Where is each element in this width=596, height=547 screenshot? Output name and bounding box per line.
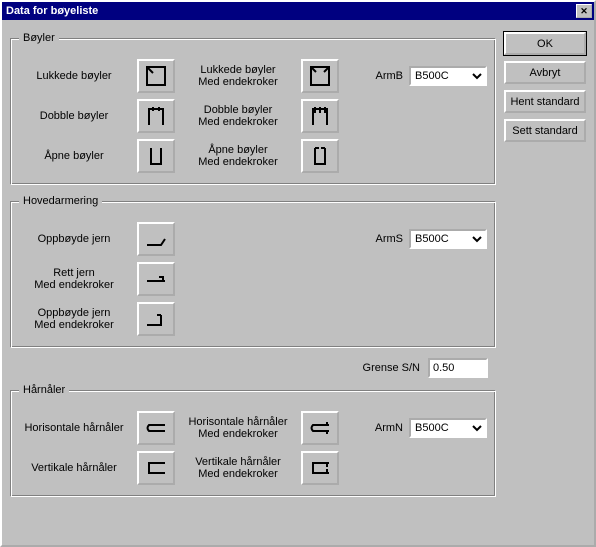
harn-row2-label-a: Vertikale hårnåler [19,462,129,474]
vert-hairpin-icon[interactable] [137,451,175,485]
boyler-row3-label-a: Åpne bøyler [19,150,129,162]
armn-label: ArmN [367,422,403,434]
hoved-row1-label: Oppbøyde jern [19,233,129,245]
vert-hairpin-hooks-icon[interactable] [301,451,339,485]
grense-label: Grense S/N [363,362,420,374]
dialog-window: Data for bøyeliste ✕ Bøyler Lukkede bøyl… [0,0,596,547]
hoved-row2-label: Rett jern Med endekroker [19,267,129,291]
boyler-row2-label-a: Dobble bøyler [19,110,129,122]
arms-label: ArmS [367,233,403,245]
group-harn-legend: Hårnåler [19,384,69,396]
harn-row2-label-b: Vertikale hårnåler Med endekroker [183,456,293,480]
harn-row1-label-a: Horisontale hårnåler [19,422,129,434]
group-hoved: Hovedarmering Oppbøyde jern ArmS B500C [10,195,496,348]
harn-row1-label-b: Horisontale hårnåler Med endekroker [183,416,293,440]
closed-stirrup-icon[interactable] [137,59,175,93]
set-standard-button[interactable]: Sett standard [504,119,586,142]
boyler-row1-label-a: Lukkede bøyler [19,70,129,82]
boyler-row2-label-b: Dobble bøyler Med endekroker [183,104,293,128]
bent-bar-icon[interactable] [137,222,175,256]
ok-button[interactable]: OK [504,32,586,55]
grense-input[interactable] [428,358,488,378]
hoved-row3-label: Oppbøyde jern Med endekroker [19,307,129,331]
group-boyler-legend: Bøyler [19,32,59,44]
titlebar: Data for bøyeliste ✕ [2,2,594,20]
group-boyler: Bøyler Lukkede bøyler Lukkede bøyler Med… [10,32,496,185]
arms-select[interactable]: B500C [409,229,487,249]
group-hoved-legend: Hovedarmering [19,195,102,207]
armn-select[interactable]: B500C [409,418,487,438]
open-stirrup-hooks-icon[interactable] [301,139,339,173]
horiz-hairpin-hooks-icon[interactable] [301,411,339,445]
double-stirrup-hooks-icon[interactable] [301,99,339,133]
straight-bar-hooks-icon[interactable] [137,262,175,296]
double-stirrup-icon[interactable] [137,99,175,133]
group-harn: Hårnåler Horisontale hårnåler Horisontal… [10,384,496,497]
horiz-hairpin-icon[interactable] [137,411,175,445]
open-stirrup-icon[interactable] [137,139,175,173]
bent-bar-hooks-icon[interactable] [137,302,175,336]
closed-stirrup-hooks-icon[interactable] [301,59,339,93]
boyler-row1-label-b: Lukkede bøyler Med endekroker [183,64,293,88]
close-icon[interactable]: ✕ [576,4,592,18]
load-standard-button[interactable]: Hent standard [504,90,586,113]
window-title: Data for bøyeliste [6,5,576,17]
armb-select[interactable]: B500C [409,66,487,86]
armb-label: ArmB [367,70,403,82]
boyler-row3-label-b: Åpne bøyler Med endekroker [183,144,293,168]
client-area: Bøyler Lukkede bøyler Lukkede bøyler Med… [2,20,594,545]
cancel-button[interactable]: Avbryt [504,61,586,84]
